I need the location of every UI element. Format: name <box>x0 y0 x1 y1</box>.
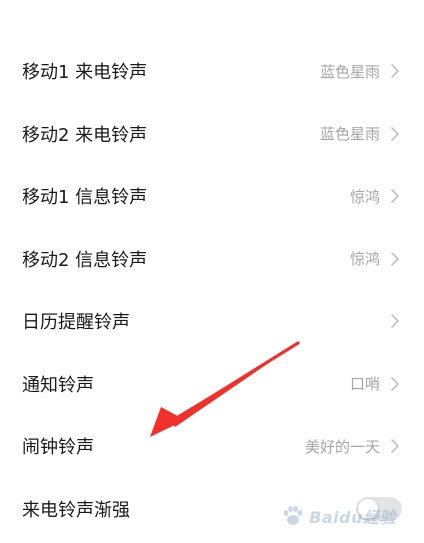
settings-item-sim1-call-ringtone[interactable]: 移动1 来电铃声 蓝色星雨 <box>0 40 424 103</box>
settings-item-notification-ringtone[interactable]: 通知铃声 口哨 <box>0 353 424 416</box>
settings-item-sim1-message-ringtone[interactable]: 移动1 信息铃声 惊鸿 <box>0 165 424 228</box>
settings-item-label: 移动2 来电铃声 <box>22 124 148 146</box>
toggle-knob <box>358 498 378 519</box>
crescendo-toggle-switch[interactable] <box>356 496 402 521</box>
chevron-right-icon <box>388 126 402 142</box>
settings-item-label: 来电铃声渐强 <box>22 499 130 521</box>
settings-item-value: 美好的一天 <box>304 437 380 456</box>
ringtone-settings-list: 移动1 来电铃声 蓝色星雨 移动2 来电铃声 蓝色星雨 移动1 信息铃声 惊鸿 … <box>0 40 424 540</box>
settings-item-value: 蓝色星雨 <box>319 62 380 81</box>
chevron-right-icon <box>388 251 402 267</box>
settings-item-label: 闹钟铃声 <box>22 437 94 459</box>
settings-item-label: 移动1 信息铃声 <box>22 187 148 209</box>
settings-item-value: 惊鸿 <box>349 250 380 269</box>
settings-item-label: 移动2 信息铃声 <box>22 249 148 271</box>
settings-item-call-ringtone-crescendo[interactable]: 来电铃声渐强 <box>0 478 424 541</box>
chevron-right-icon <box>388 376 402 392</box>
chevron-right-icon <box>388 63 402 79</box>
chevron-right-icon <box>388 188 402 204</box>
settings-item-value: 口哨 <box>349 375 380 394</box>
settings-item-label: 日历提醒铃声 <box>22 312 130 334</box>
settings-item-value: 蓝色星雨 <box>319 125 380 144</box>
settings-item-sim2-call-ringtone[interactable]: 移动2 来电铃声 蓝色星雨 <box>0 103 424 166</box>
settings-item-sim2-message-ringtone[interactable]: 移动2 信息铃声 惊鸿 <box>0 228 424 291</box>
settings-item-value: 惊鸿 <box>349 187 380 206</box>
settings-item-label: 通知铃声 <box>22 374 94 396</box>
settings-item-label: 移动1 来电铃声 <box>22 62 148 84</box>
settings-screen: 移动1 来电铃声 蓝色星雨 移动2 来电铃声 蓝色星雨 移动1 信息铃声 惊鸿 … <box>0 0 424 543</box>
settings-item-calendar-reminder-ringtone[interactable]: 日历提醒铃声 <box>0 290 424 353</box>
settings-item-alarm-ringtone[interactable]: 闹钟铃声 美好的一天 <box>0 415 424 478</box>
chevron-right-icon <box>388 438 402 454</box>
chevron-right-icon <box>388 313 402 329</box>
